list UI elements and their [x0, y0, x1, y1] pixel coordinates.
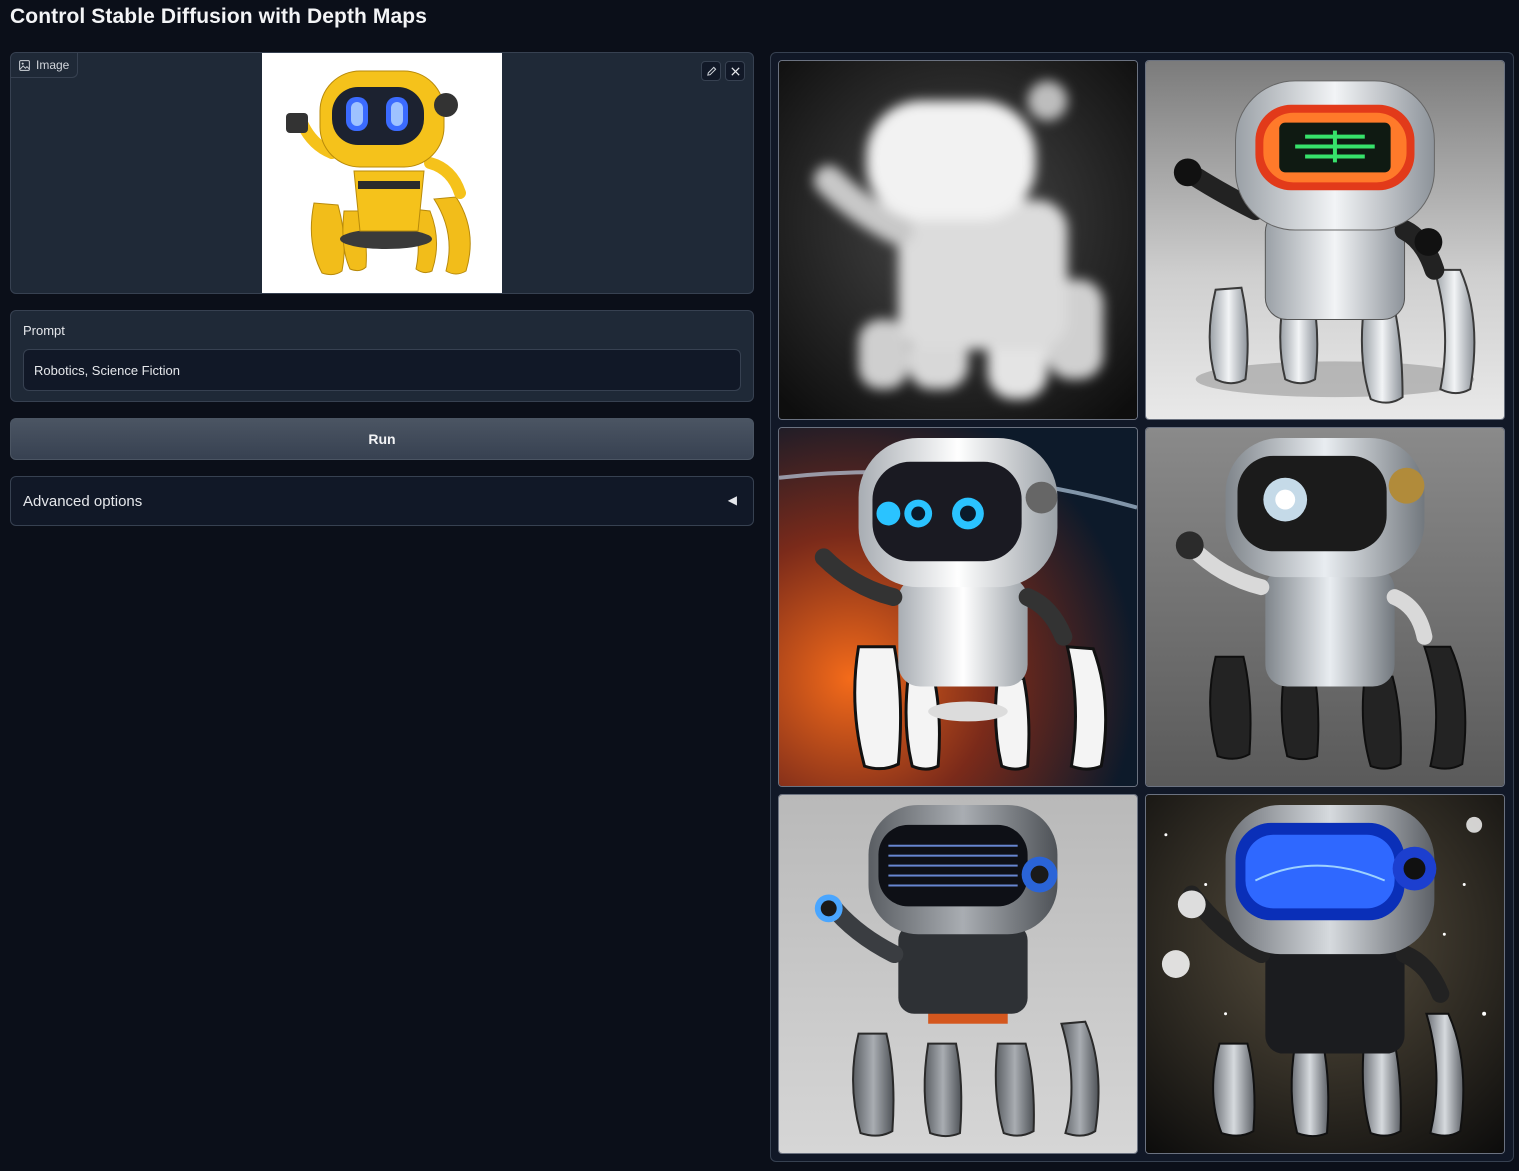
robot-led-visor-image	[779, 795, 1137, 1153]
gallery-item-5[interactable]	[778, 794, 1138, 1154]
prompt-label: Prompt	[23, 323, 65, 338]
input-image-preview	[262, 53, 502, 293]
gallery-item-6[interactable]	[1145, 794, 1505, 1154]
pencil-icon	[706, 66, 716, 76]
gallery-item-2[interactable]	[1145, 60, 1505, 420]
advanced-options-label: Advanced options	[23, 493, 143, 510]
run-button[interactable]: Run	[10, 418, 754, 460]
close-icon	[730, 66, 740, 76]
depth-map-image	[779, 61, 1137, 419]
robot-chrome-image	[1146, 428, 1504, 786]
robot-red-visor-image	[1146, 61, 1504, 419]
image-input-block[interactable]: Image	[10, 52, 754, 294]
robot-blue-visor-image	[1146, 795, 1504, 1153]
yellow-robot-image	[262, 53, 502, 293]
gallery-item-4[interactable]	[1145, 427, 1505, 787]
collapse-arrow-icon: ◀	[727, 493, 737, 507]
gallery-item-3[interactable]	[778, 427, 1138, 787]
robot-space-image	[779, 428, 1137, 786]
image-input-label-text: Image	[36, 58, 70, 72]
prompt-block: Prompt	[10, 310, 754, 402]
clear-image-button[interactable]	[725, 61, 745, 81]
prompt-input[interactable]	[23, 349, 741, 391]
advanced-options-accordion[interactable]: Advanced options ◀	[10, 476, 754, 526]
image-input-label: Image	[11, 53, 79, 78]
page-title: Control Stable Diffusion with Depth Maps	[10, 5, 427, 28]
output-gallery	[770, 52, 1514, 1162]
image-icon	[19, 59, 30, 71]
edit-image-button[interactable]	[701, 61, 721, 81]
gallery-item-depth-map[interactable]	[778, 60, 1138, 420]
